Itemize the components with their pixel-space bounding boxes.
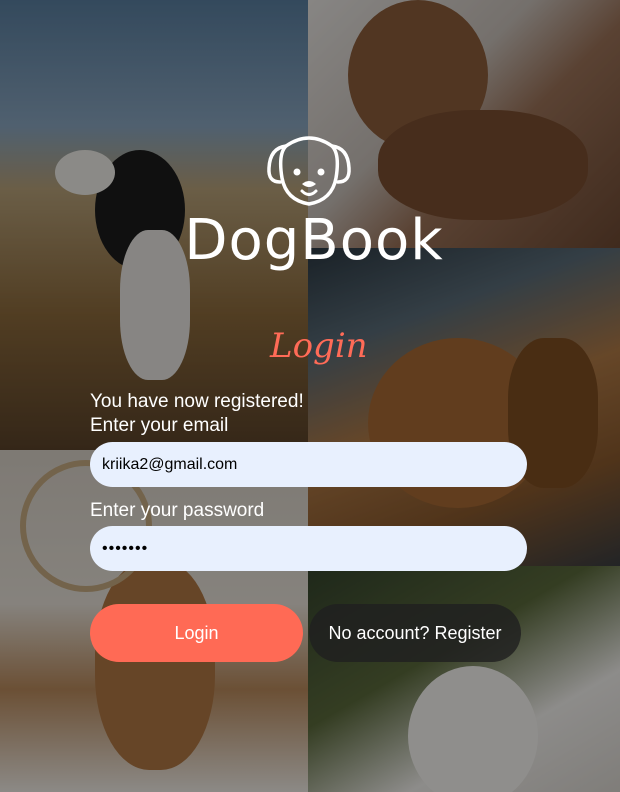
registration-status-message: You have now registered! [90, 391, 304, 412]
password-label: Enter your password [90, 500, 265, 521]
form-actions: Login No account? Register [90, 604, 527, 662]
register-button[interactable]: No account? Register [309, 604, 521, 662]
email-label: Enter your email [90, 415, 229, 436]
brand-name: DogBook [184, 208, 444, 273]
login-heading: Login [270, 326, 368, 366]
email-input[interactable] [90, 442, 527, 487]
login-form: You have now registered! Enter your emai… [90, 390, 527, 662]
login-button[interactable]: Login [90, 604, 303, 662]
password-input[interactable] [90, 526, 527, 571]
login-page: DogBook Login You have now registered! E… [0, 0, 620, 792]
dog-face-icon [267, 136, 351, 206]
